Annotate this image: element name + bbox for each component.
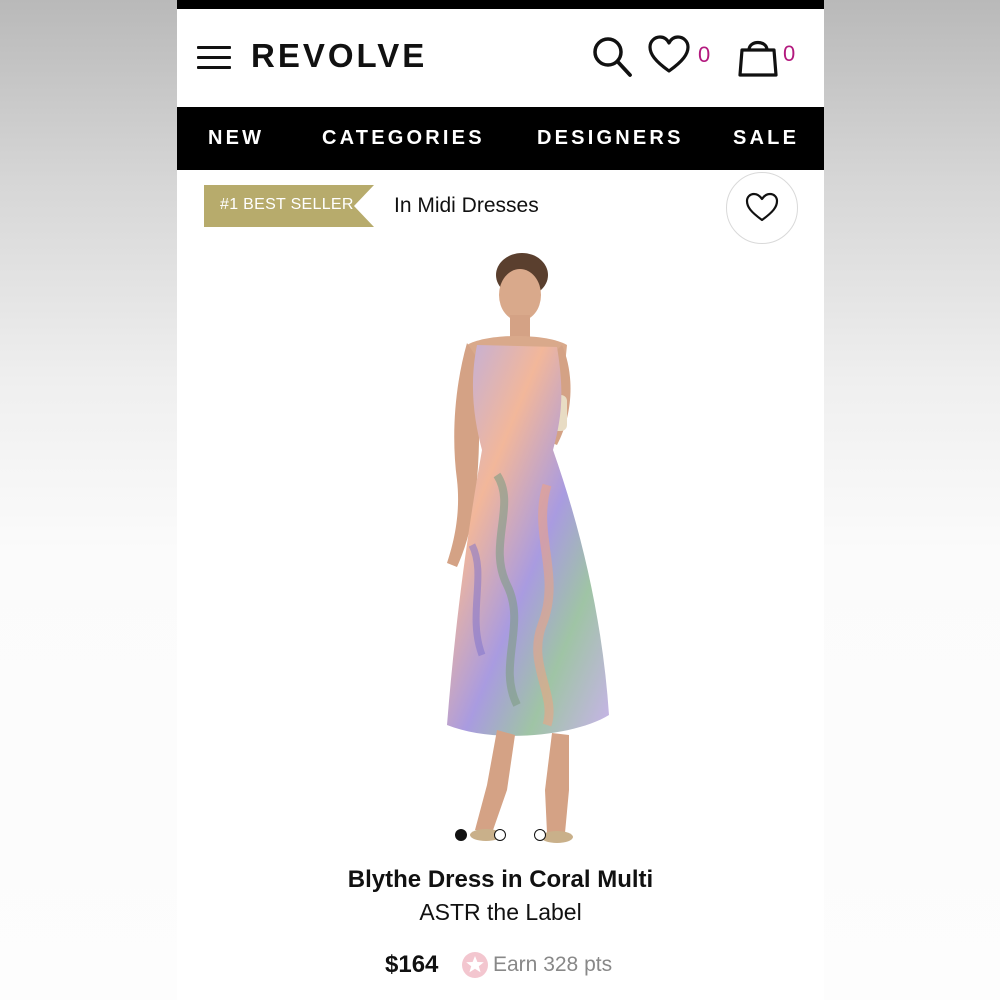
bag-count: 0 [783, 41, 796, 66]
site-header: REVOLVE 0 0 [177, 9, 824, 107]
wishlist-count: 0 [698, 42, 711, 67]
image-carousel-dots [177, 829, 824, 843]
nav-categories[interactable]: CATEGORIES [322, 127, 485, 150]
heart-icon [745, 192, 779, 222]
hamburger-menu-icon[interactable] [197, 46, 231, 70]
product-price: $164 [385, 951, 439, 978]
best-seller-badge: #1 BEST SELLER [204, 185, 374, 227]
product-brand-link[interactable]: ASTR the Label [177, 899, 824, 926]
add-to-favorites-button[interactable] [726, 172, 798, 244]
rewards-star-icon [462, 952, 488, 978]
search-icon[interactable] [591, 35, 635, 79]
carousel-dot-2[interactable] [494, 829, 506, 841]
status-strip [177, 0, 824, 9]
category-nav: NEW CATEGORIES DESIGNERS SALE [177, 107, 824, 170]
revolve-logo[interactable]: REVOLVE [251, 37, 427, 75]
best-seller-category[interactable]: In Midi Dresses [394, 194, 539, 218]
reward-points: Earn 328 pts [493, 953, 613, 976]
best-seller-label: #1 BEST SELLER [220, 196, 354, 213]
wishlist-heart-icon[interactable] [647, 35, 691, 75]
nav-new[interactable]: NEW [208, 127, 264, 150]
product-title: Blythe Dress in Coral Multi [347, 866, 654, 893]
shopping-bag-icon[interactable] [736, 34, 780, 78]
carousel-dot-3[interactable] [534, 829, 546, 841]
nav-sale[interactable]: SALE [733, 127, 799, 150]
carousel-dot-1[interactable] [455, 829, 467, 841]
nav-designers[interactable]: DESIGNERS [537, 127, 684, 150]
product-image[interactable] [347, 245, 647, 855]
product-page: REVOLVE 0 0 NEW CATEGORIES DESIGNERS SAL… [177, 0, 824, 1000]
